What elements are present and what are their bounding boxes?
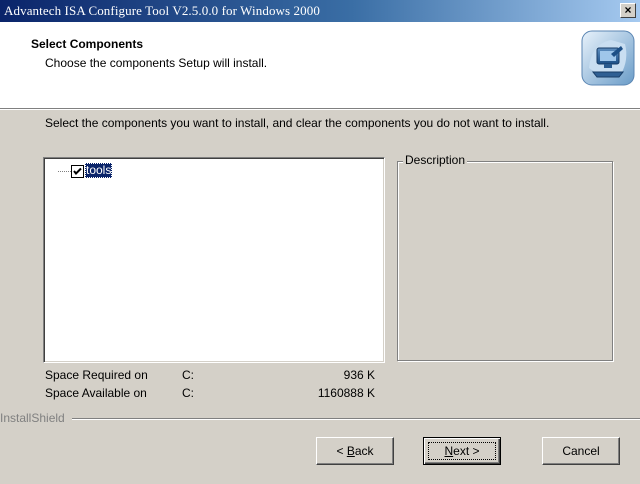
space-available-label: Space Available on xyxy=(45,386,147,400)
description-legend: Description xyxy=(403,153,468,167)
cancel-button[interactable]: Cancel xyxy=(542,437,620,465)
space-required-drive: C: xyxy=(182,368,194,382)
branding-divider-highlight xyxy=(72,419,640,420)
cancel-button-label: Cancel xyxy=(562,444,600,458)
description-group xyxy=(397,161,613,361)
tree-connector xyxy=(58,171,71,172)
wizard-header: Select Components Choose the components … xyxy=(0,22,640,109)
page-title: Select Components xyxy=(31,37,144,51)
instruction-text: Select the components you want to instal… xyxy=(45,116,550,130)
space-available-drive: C: xyxy=(182,386,194,400)
checkmark-icon xyxy=(73,167,82,175)
back-button[interactable]: < Back xyxy=(316,437,394,465)
next-button[interactable]: Next > xyxy=(423,437,501,465)
close-button[interactable]: × xyxy=(620,3,636,18)
space-required-value: 936 K xyxy=(343,368,375,382)
title-bar: Advantech ISA Configure Tool V2.5.0.0 fo… xyxy=(0,0,640,22)
next-button-label: Next > xyxy=(444,444,480,458)
space-required-label: Space Required on xyxy=(45,368,148,382)
page-subtitle: Choose the components Setup will install… xyxy=(45,56,268,70)
component-label-tools[interactable]: tools xyxy=(85,163,113,178)
installshield-label: InstallShield xyxy=(0,411,69,425)
close-icon: × xyxy=(624,3,632,17)
component-checkbox-tools[interactable] xyxy=(71,165,84,178)
component-tree[interactable]: tools xyxy=(43,157,385,363)
back-button-label: < Back xyxy=(336,444,374,458)
window-title: Advantech ISA Configure Tool V2.5.0.0 fo… xyxy=(4,3,320,18)
installer-computer-icon xyxy=(581,30,635,86)
space-available-value: 1160888 K xyxy=(317,386,375,400)
header-separator xyxy=(0,109,640,110)
